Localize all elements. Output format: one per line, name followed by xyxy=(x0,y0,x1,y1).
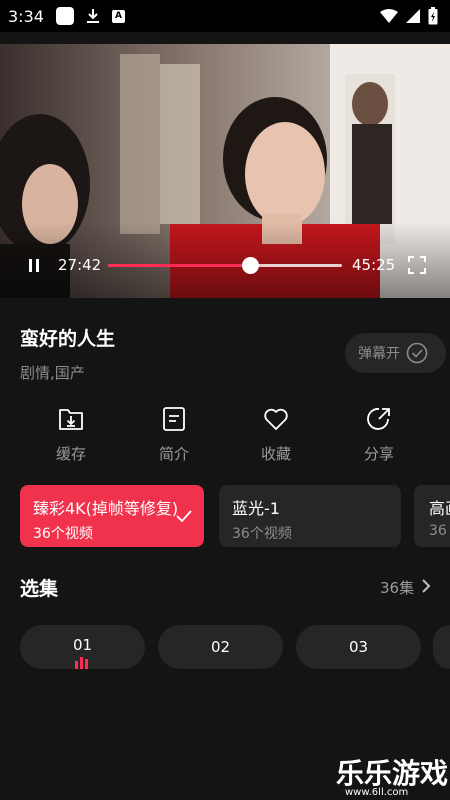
share-button[interactable]: 分享 xyxy=(349,406,409,464)
episode-number: 02 xyxy=(210,638,231,656)
intro-button[interactable]: 简介 xyxy=(144,406,204,464)
quality-count: 36个视频 xyxy=(232,526,292,542)
status-time: 3:34 xyxy=(8,6,44,26)
episode-item-partial[interactable] xyxy=(433,625,450,669)
app-notification-icon: A xyxy=(111,9,125,23)
heart-icon xyxy=(264,408,288,430)
seek-bar-played xyxy=(108,264,250,267)
signal-icon xyxy=(406,9,420,23)
quality-count: 36 xyxy=(429,523,447,539)
wifi-icon xyxy=(380,9,398,23)
quality-name: 高画 xyxy=(429,499,450,518)
pause-button[interactable] xyxy=(26,258,42,274)
current-time: 27:42 xyxy=(58,256,102,274)
fullscreen-icon[interactable] xyxy=(408,256,426,274)
notification-app-icon xyxy=(55,7,74,25)
checkmark-icon xyxy=(176,510,192,523)
info-icon xyxy=(163,407,185,431)
video-player[interactable]: 27:42 45:25 xyxy=(0,44,450,298)
share-icon xyxy=(367,408,390,430)
episodes-title: 选集 xyxy=(20,578,59,600)
episode-item[interactable]: 02 xyxy=(158,625,283,669)
chevron-right-icon[interactable] xyxy=(420,578,432,594)
check-circle-icon xyxy=(406,342,428,364)
favorite-label: 收藏 xyxy=(260,445,291,463)
cache-label: 缓存 xyxy=(55,445,86,463)
download-notification-icon xyxy=(86,9,99,23)
quality-option-4k[interactable]: 臻彩4K(掉帧等修复) 36个视频 xyxy=(20,485,204,547)
watermark-logo: 乐乐游戏 xyxy=(336,757,449,790)
episode-number: 01 xyxy=(72,636,93,654)
quality-option-hd[interactable]: 高画 36 xyxy=(414,485,450,547)
action-row: 缓存 简介 收藏 分享 xyxy=(20,406,430,466)
share-label: 分享 xyxy=(363,445,394,463)
favorite-button[interactable]: 收藏 xyxy=(246,406,306,464)
playing-indicator-icon xyxy=(75,657,91,669)
status-bar: 3:34 A xyxy=(0,0,450,32)
quality-count: 36个视频 xyxy=(33,526,93,542)
episodes-count[interactable]: 36集 xyxy=(380,577,414,598)
download-icon xyxy=(59,409,83,430)
battery-icon xyxy=(428,7,438,25)
quality-name: 蓝光-1 xyxy=(232,499,280,518)
seek-bar[interactable] xyxy=(108,257,342,274)
episode-number: 03 xyxy=(348,638,369,656)
duration-time: 45:25 xyxy=(352,256,396,274)
quality-option-bluray[interactable]: 蓝光-1 36个视频 xyxy=(219,485,401,547)
episode-item[interactable]: 03 xyxy=(296,625,421,669)
danmu-toggle[interactable]: 弹幕开 xyxy=(345,333,446,373)
danmu-label: 弹幕开 xyxy=(358,346,400,362)
show-title: 蛮好的人生 xyxy=(20,328,116,350)
cache-button[interactable]: 缓存 xyxy=(41,406,101,464)
watermark-url: www.6ll.com xyxy=(345,787,409,798)
show-tags: 剧情,国产 xyxy=(20,364,85,382)
intro-label: 简介 xyxy=(158,445,189,463)
seek-thumb[interactable] xyxy=(241,257,259,274)
